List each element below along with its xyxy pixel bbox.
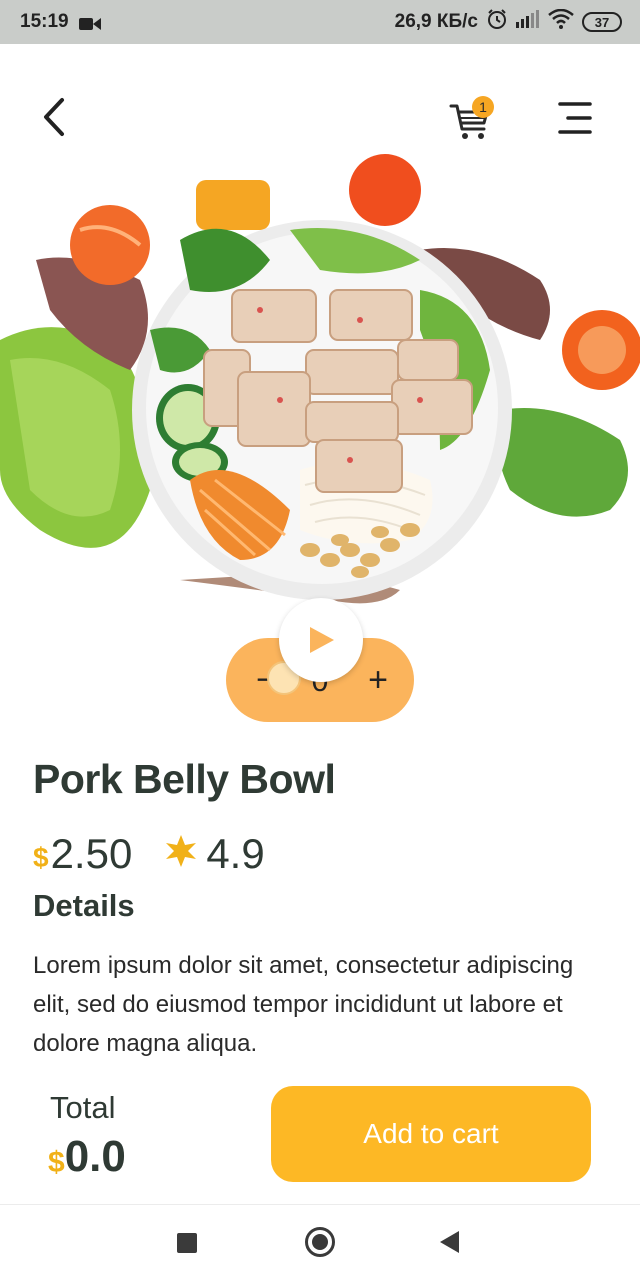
menu-icon (558, 102, 592, 134)
alarm-icon (486, 8, 508, 36)
rating: 4.9 (164, 830, 265, 878)
menu-button[interactable] (552, 98, 596, 138)
total-value: 0.0 (64, 1132, 126, 1181)
cart-button[interactable]: 1 (446, 92, 498, 144)
product-price: 2.50 (50, 830, 133, 877)
video-camera-icon (78, 15, 101, 30)
system-nav-bar (0, 1204, 640, 1280)
salad-bowl-image (0, 150, 640, 640)
details-heading: Details (33, 888, 135, 923)
back-button[interactable] (34, 94, 74, 140)
home-icon[interactable] (305, 1227, 335, 1257)
total-currency-symbol: $ (48, 1146, 65, 1179)
product-description: Lorem ipsum dolor sit amet, consectetur … (33, 952, 574, 1057)
header: 1 (0, 80, 640, 156)
total-row: $ 0.0 (48, 1130, 126, 1182)
status-time: 15:19 (20, 11, 69, 32)
star-icon (166, 835, 197, 867)
cart-badge: 1 (472, 96, 494, 118)
back-arrow-icon (44, 98, 64, 136)
play-button[interactable] (279, 598, 363, 682)
rating-value: 4.9 (206, 830, 265, 877)
network-speed: 26,9 КБ/с (394, 11, 478, 32)
total-label: Total (50, 1090, 116, 1125)
wifi-icon (548, 8, 574, 35)
signal-icon (516, 10, 540, 34)
system-back-icon[interactable] (440, 1231, 459, 1253)
status-bar: 15:19 26,9 КБ/с 37 (0, 0, 640, 44)
product-title: Pork Belly Bowl (33, 756, 336, 802)
play-icon (310, 627, 334, 653)
increase-quantity-button[interactable]: + (358, 658, 398, 702)
price-row: $ 2.50 4.9 (33, 822, 265, 878)
battery-icon: 37 (582, 12, 622, 32)
add-to-cart-button[interactable]: Add to cart (271, 1086, 591, 1182)
recent-apps-icon[interactable] (177, 1233, 197, 1253)
currency-symbol: $ (33, 842, 49, 873)
